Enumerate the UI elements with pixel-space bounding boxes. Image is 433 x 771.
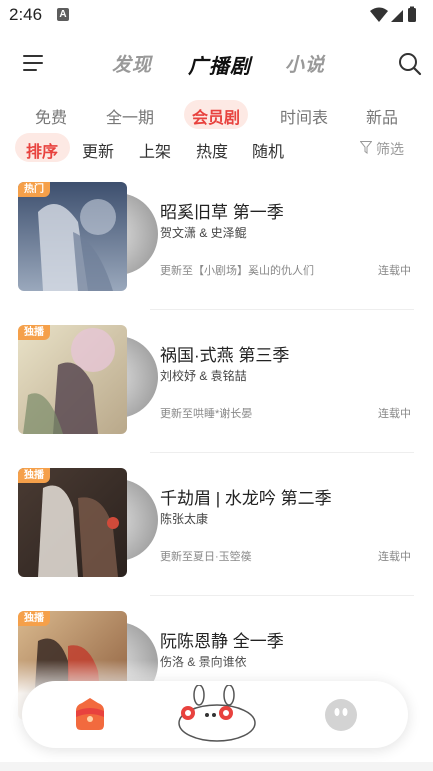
app-header: 发现 广播剧 小说 bbox=[0, 40, 433, 84]
cover-with-disc: 独播 bbox=[18, 325, 158, 435]
status-bar: 2:46 A bbox=[0, 0, 433, 30]
category-new[interactable]: 新品 bbox=[366, 104, 398, 128]
sort-random[interactable]: 随机 bbox=[252, 138, 284, 162]
tab-novel[interactable]: 小说 bbox=[285, 50, 325, 77]
item-badge: 热门 bbox=[18, 182, 50, 197]
item-badge: 独播 bbox=[18, 468, 50, 483]
status-time: 2:46 bbox=[9, 5, 43, 24]
signal-icon bbox=[391, 10, 403, 22]
notification-icon: A bbox=[57, 8, 69, 21]
category-member[interactable]: 会员剧 bbox=[192, 104, 240, 128]
item-status: 连载中 bbox=[378, 265, 411, 277]
sort-bar: 排序 更新 上架 热度 随机 筛选 bbox=[0, 133, 433, 163]
divider bbox=[150, 309, 414, 310]
item-update: 更新至夏日·玉箜篌 bbox=[160, 551, 252, 563]
profile-icon[interactable] bbox=[324, 698, 358, 732]
sort-default[interactable]: 排序 bbox=[26, 138, 58, 162]
list-item[interactable]: 独播 千劫眉 | 水龙吟 第二季 陈张太康 更新至夏日·玉箜篌 连载中 bbox=[0, 468, 433, 588]
category-schedule[interactable]: 时间表 bbox=[280, 104, 328, 128]
home-icon[interactable] bbox=[72, 697, 108, 731]
category-single-episode[interactable]: 全一期 bbox=[106, 104, 154, 128]
wifi-icon bbox=[370, 7, 388, 22]
menu-icon[interactable] bbox=[23, 55, 45, 73]
tab-discover[interactable]: 发现 bbox=[112, 50, 152, 77]
item-title: 祸国·式燕 第三季 bbox=[160, 346, 290, 365]
category-free[interactable]: 免费 bbox=[35, 104, 67, 128]
cover-image bbox=[18, 182, 127, 291]
item-status: 连载中 bbox=[378, 408, 411, 420]
category-tabs: 免费 全一期 会员剧 时间表 新品 bbox=[0, 100, 433, 130]
sort-shelf[interactable]: 上架 bbox=[139, 138, 171, 162]
item-title: 千劫眉 | 水龙吟 第二季 bbox=[160, 489, 332, 508]
list-item[interactable]: 独播 祸国·式燕 第三季 刘校妤 & 袁铭喆 更新至哄睡*谢长晏 连载中 bbox=[0, 325, 433, 445]
sort-hot[interactable]: 热度 bbox=[196, 138, 228, 162]
gesture-bar bbox=[0, 762, 433, 771]
divider bbox=[150, 595, 414, 596]
cover-image bbox=[18, 468, 127, 577]
item-badge: 独播 bbox=[18, 325, 50, 340]
item-authors: 贺文潇 & 史泽鲲 bbox=[160, 226, 247, 240]
sort-update[interactable]: 更新 bbox=[82, 138, 114, 162]
status-icons bbox=[370, 6, 416, 22]
mascot-icon[interactable] bbox=[174, 685, 260, 743]
search-icon[interactable] bbox=[398, 52, 422, 76]
bottom-navigation bbox=[22, 681, 408, 748]
cover-image bbox=[18, 325, 127, 434]
item-authors: 陈张太康 bbox=[160, 512, 209, 526]
filter-icon[interactable] bbox=[360, 141, 372, 154]
item-update: 更新至哄睡*谢长晏 bbox=[160, 408, 253, 420]
battery-icon bbox=[408, 8, 416, 22]
item-status: 连载中 bbox=[378, 551, 411, 563]
tab-radio-drama[interactable]: 广播剧 bbox=[188, 50, 251, 79]
cover-with-disc: 热门 bbox=[18, 182, 158, 292]
item-title: 阮陈恩静 全一季 bbox=[160, 632, 284, 651]
item-title: 昭奚旧草 第一季 bbox=[160, 203, 284, 222]
item-badge: 独播 bbox=[18, 611, 50, 626]
filter-button[interactable]: 筛选 bbox=[376, 139, 404, 159]
cover-with-disc: 独播 bbox=[18, 468, 158, 578]
item-update: 更新至【小剧场】奚山的仇人们 bbox=[160, 265, 314, 277]
divider bbox=[150, 452, 414, 453]
item-authors: 刘校妤 & 袁铭喆 bbox=[160, 369, 247, 383]
list-item[interactable]: 热门 昭奚旧草 第一季 贺文潇 & 史泽鲲 更新至【小剧场】奚山的仇人们 连载中 bbox=[0, 182, 433, 302]
